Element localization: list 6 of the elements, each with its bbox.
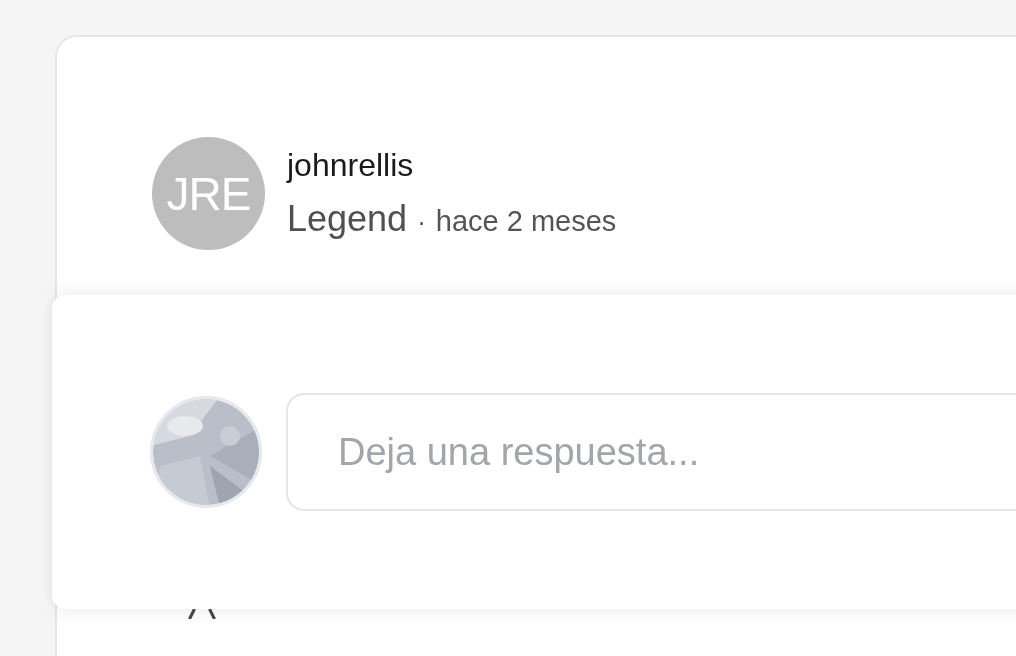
reply-input[interactable]: Deja una respuesta...	[286, 393, 1016, 511]
user-rank: Legend	[287, 198, 408, 240]
author-name[interactable]: johnrellis	[287, 147, 617, 184]
timestamp: hace 2 meses	[435, 205, 617, 238]
separator-dot: ·	[417, 207, 426, 238]
avatar-initials: JRE	[166, 166, 251, 221]
